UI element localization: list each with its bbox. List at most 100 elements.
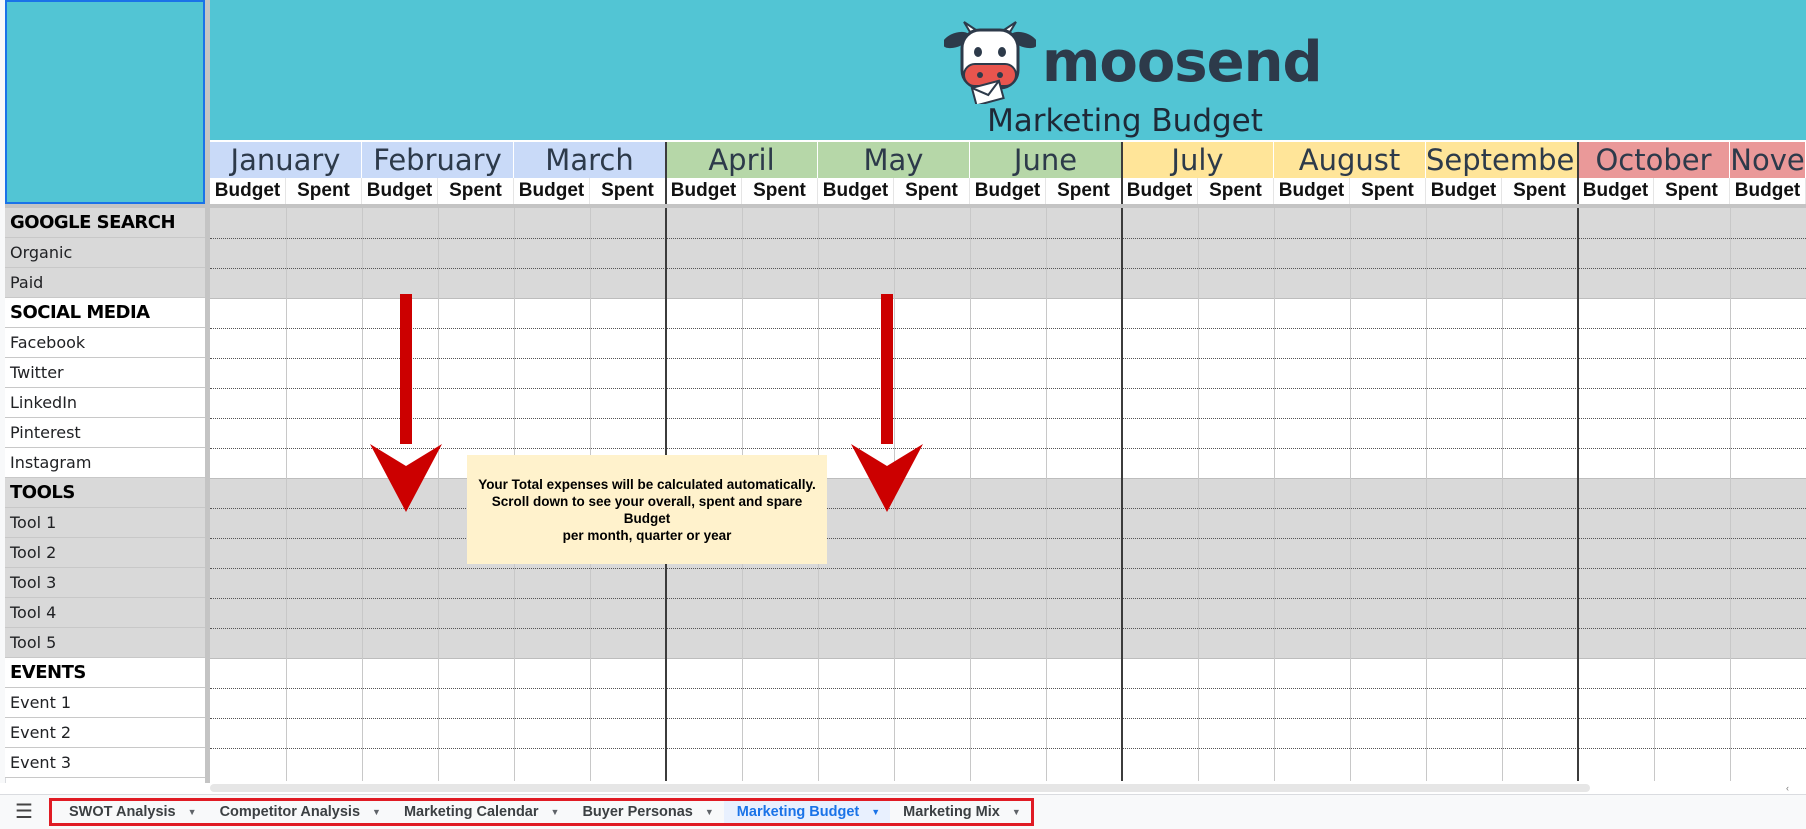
spent-subheader[interactable]: Spent — [894, 178, 970, 204]
spent-subheader[interactable]: Spent — [1350, 178, 1426, 204]
budget-subheader[interactable]: Budget — [1578, 178, 1654, 204]
frozen-row-divider[interactable] — [5, 204, 1806, 208]
row-band — [210, 598, 1806, 628]
budget-subheader[interactable]: Budget — [210, 178, 286, 204]
budget-subheader[interactable]: Budget — [362, 178, 438, 204]
moosend-logo: moosend — [944, 20, 1323, 104]
row-divider — [210, 238, 1806, 239]
auto-calculation-note[interactable]: Your Total expenses will be calculated a… — [467, 455, 827, 564]
row-label[interactable]: LinkedIn — [5, 388, 205, 418]
sheet-tab-marketing-budget[interactable]: Marketing Budget ▼ — [723, 801, 891, 823]
month-header-september[interactable]: September — [1426, 142, 1578, 178]
category-label[interactable]: TOOLS — [5, 478, 205, 508]
sheet-tab-swot-analysis[interactable]: SWOT Analysis ▼ — [56, 801, 207, 823]
category-label[interactable]: EVENTS — [5, 658, 205, 688]
month-header-october[interactable]: October — [1578, 142, 1730, 178]
spent-subheader[interactable]: Spent — [438, 178, 514, 204]
row-band — [210, 418, 1806, 448]
column-divider — [1121, 204, 1123, 781]
budget-subheader[interactable]: Budget — [818, 178, 894, 204]
row-label[interactable]: Tool 2 — [5, 538, 205, 568]
row-band — [210, 538, 1806, 568]
row-divider — [210, 508, 1806, 509]
spreadsheet-grid[interactable]: moosend Marketing Budget January February… — [0, 0, 1806, 783]
scroll-right-icon[interactable]: ‹ — [1786, 783, 1798, 793]
spent-subheader[interactable]: Spent — [1502, 178, 1578, 204]
spent-subheader[interactable]: Spent — [286, 178, 362, 204]
row-band — [210, 268, 1806, 298]
sheet-tab-label: Marketing Budget — [736, 804, 860, 820]
budget-subheader[interactable]: Budget — [1730, 178, 1806, 204]
spent-subheader[interactable]: Spent — [742, 178, 818, 204]
column-divider — [1654, 204, 1655, 781]
row-label[interactable]: Tool 3 — [5, 568, 205, 598]
row-label[interactable]: Facebook — [5, 328, 205, 358]
caret-down-icon[interactable]: ▼ — [551, 807, 560, 817]
month-header-nove[interactable]: Nove — [1730, 142, 1806, 178]
row-label[interactable]: Twitter — [5, 358, 205, 388]
row-label[interactable]: Organic — [5, 238, 205, 268]
column-divider — [1198, 204, 1199, 781]
spent-subheader[interactable]: Spent — [1198, 178, 1274, 204]
spent-subheader[interactable]: Spent — [1046, 178, 1122, 204]
budget-subheader[interactable]: Budget — [970, 178, 1046, 204]
month-header-may[interactable]: May — [818, 142, 970, 178]
budget-subheader[interactable]: Budget — [1426, 178, 1502, 204]
month-header-january[interactable]: January — [210, 142, 362, 178]
month-header-june[interactable]: June — [970, 142, 1122, 178]
budget-subheader[interactable]: Budget — [514, 178, 590, 204]
sheet-tab-buyer-personas[interactable]: Buyer Personas ▼ — [569, 801, 723, 823]
spent-subheader[interactable]: Spent — [1654, 178, 1730, 204]
month-header-august[interactable]: August — [1274, 142, 1426, 178]
column-divider — [1426, 204, 1427, 781]
category-label[interactable]: GOOGLE SEARCH — [5, 208, 205, 238]
budget-subheader[interactable]: Budget — [1274, 178, 1350, 204]
caret-down-icon[interactable]: ▼ — [1012, 807, 1021, 817]
caret-down-icon[interactable]: ▼ — [372, 807, 381, 817]
row-divider — [210, 328, 1806, 329]
sheet-tab-marketing-mix[interactable]: Marketing Mix ▼ — [890, 801, 1031, 823]
horizontal-scrollbar[interactable] — [210, 784, 1590, 792]
caret-down-icon[interactable]: ▼ — [188, 807, 197, 817]
row-label[interactable]: Tool 1 — [5, 508, 205, 538]
category-label[interactable]: SOCIAL MEDIA — [5, 298, 205, 328]
row-band — [210, 508, 1806, 538]
row-label[interactable]: Event 2 — [5, 718, 205, 748]
row-label[interactable]: Event 3 — [5, 748, 205, 778]
month-header-april[interactable]: April — [666, 142, 818, 178]
row-band — [210, 748, 1806, 778]
budget-subheader[interactable]: Budget — [666, 178, 742, 204]
row-label[interactable]: Pinterest — [5, 418, 205, 448]
row-divider — [210, 478, 1806, 479]
month-header-march[interactable]: March — [514, 142, 666, 178]
sheet-tab-competitor-analysis[interactable]: Competitor Analysis ▼ — [207, 801, 391, 823]
quarter-divider — [1121, 142, 1123, 204]
note-line-3: per month, quarter or year — [562, 527, 732, 543]
row-band — [210, 718, 1806, 748]
month-header-july[interactable]: July — [1122, 142, 1274, 178]
row-band — [210, 298, 1806, 328]
row-label[interactable]: Event 1 — [5, 688, 205, 718]
all-sheets-menu-icon[interactable]: ☰ — [12, 801, 36, 823]
sheet-tab-label: Buyer Personas — [582, 804, 693, 820]
column-divider — [1350, 204, 1351, 781]
frozen-column-divider[interactable] — [205, 0, 210, 783]
row-label[interactable]: Instagram — [5, 448, 205, 478]
spent-subheader[interactable]: Spent — [590, 178, 666, 204]
caret-down-icon[interactable]: ▼ — [871, 807, 880, 817]
row-divider — [210, 748, 1806, 749]
row-band — [210, 688, 1806, 718]
selected-cell-corner[interactable] — [5, 0, 205, 204]
row-label[interactable]: Paid — [5, 268, 205, 298]
note-line-2: Scroll down to see your overall, spent a… — [491, 493, 803, 526]
budget-subheader[interactable]: Budget — [1122, 178, 1198, 204]
column-divider — [286, 204, 287, 781]
caret-down-icon[interactable]: ▼ — [705, 807, 714, 817]
sheet-tab-marketing-calendar[interactable]: Marketing Calendar ▼ — [391, 801, 570, 823]
down-arrow-icon — [851, 294, 923, 512]
row-label[interactable]: Tool 4 — [5, 598, 205, 628]
row-label[interactable]: Tool 5 — [5, 628, 205, 658]
column-divider — [1502, 204, 1503, 781]
month-header-february[interactable]: February — [362, 142, 514, 178]
sheet-tab-label: Marketing Mix — [903, 804, 1000, 820]
